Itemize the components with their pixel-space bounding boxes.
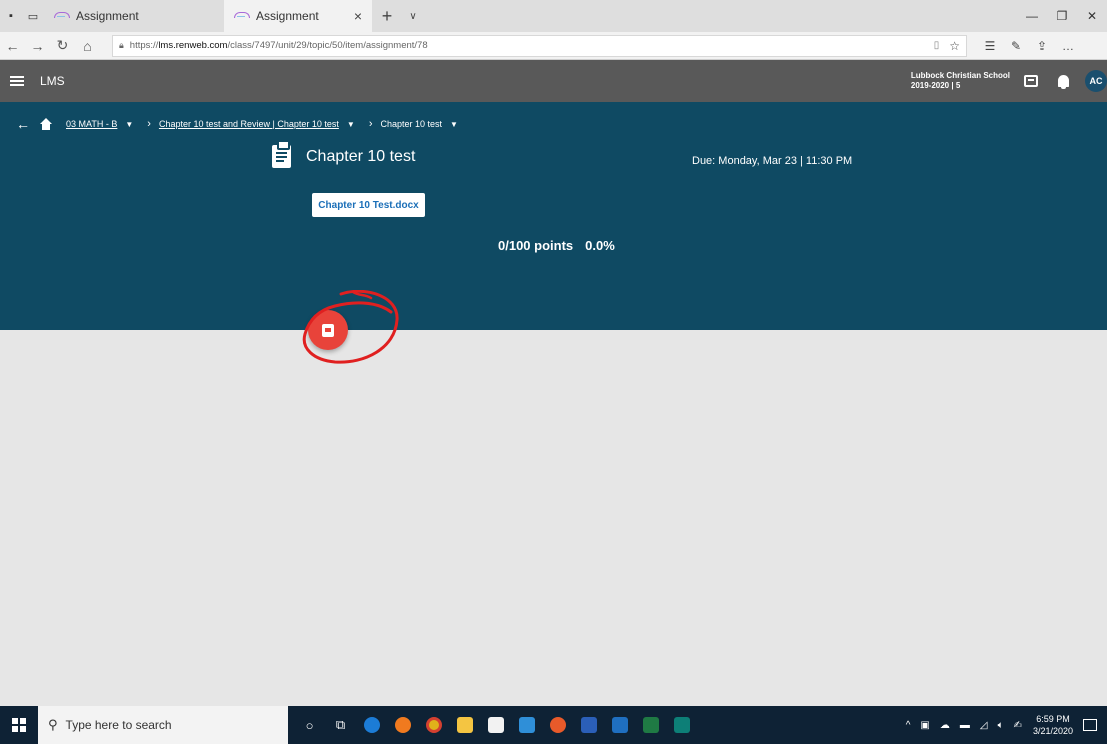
pen-workspace-icon[interactable]: ✍ bbox=[1014, 720, 1022, 731]
school-term: 2019-2020 | 5 bbox=[910, 81, 961, 90]
school-info[interactable]: Lubbock Christian School 2019-2020 | 5 bbox=[911, 71, 1010, 91]
points-value: 0/100 points bbox=[498, 238, 574, 253]
more-icon[interactable]: … bbox=[1055, 39, 1081, 53]
chat-icon[interactable] bbox=[1024, 75, 1038, 87]
browser-tab[interactable]: Assignment bbox=[44, 0, 164, 32]
paint-3d-icon[interactable] bbox=[542, 706, 573, 744]
back-arrow-icon[interactable]: ← bbox=[16, 116, 30, 132]
store-icon[interactable] bbox=[480, 706, 511, 744]
wifi-icon[interactable]: ◿ bbox=[980, 720, 988, 731]
search-icon: ⚲ bbox=[48, 717, 58, 732]
share-icon[interactable]: ⇪ bbox=[1029, 39, 1055, 53]
score: 0/100 points 0.0% bbox=[498, 238, 615, 253]
school-name: Lubbock Christian School bbox=[910, 71, 1010, 80]
firefox-icon[interactable] bbox=[387, 706, 418, 744]
clock-date: 3/21/2020 bbox=[1032, 726, 1073, 736]
favorite-star-icon[interactable]: ☆ bbox=[949, 39, 960, 53]
url-host: lms.renweb.com bbox=[158, 40, 228, 51]
volume-icon[interactable]: 🔈︎ bbox=[998, 720, 1004, 731]
taskbar-search-input[interactable]: ⚲ Type here to search bbox=[38, 706, 288, 744]
due-date: Due: Monday, Mar 23 | 11:30 PM bbox=[692, 155, 853, 167]
app-title: LMS bbox=[40, 74, 65, 88]
close-window-icon[interactable]: ✕ bbox=[1077, 0, 1107, 32]
lock-icon: 🔒︎ bbox=[119, 40, 124, 50]
new-tab-icon[interactable]: + bbox=[372, 0, 402, 32]
action-center-icon[interactable] bbox=[1083, 719, 1097, 731]
renweb-favicon-icon bbox=[234, 11, 250, 21]
clock-time: 6:59 PM bbox=[1036, 714, 1070, 724]
page-title: Chapter 10 test bbox=[306, 148, 416, 165]
outlook-icon[interactable] bbox=[604, 706, 635, 744]
windows-start-icon[interactable] bbox=[12, 718, 26, 732]
avatar[interactable]: AC bbox=[1085, 70, 1107, 92]
tab-actions-icon[interactable]: ▪ bbox=[0, 0, 22, 32]
chevron-down-icon[interactable]: ▼ bbox=[347, 120, 355, 129]
assignment-header: ← 03 MATH - B ▼ › Chapter 10 test and Re… bbox=[0, 102, 1107, 350]
home-browser-icon[interactable]: ⌂ bbox=[75, 38, 100, 54]
home-icon[interactable] bbox=[40, 117, 52, 130]
onedrive-icon[interactable]: ☁ bbox=[940, 720, 950, 731]
restore-icon[interactable]: ❐ bbox=[1047, 0, 1077, 32]
windows-taskbar: ⚲ Type here to search ○ ⧉ ^ ▣ ☁ ▬ ◿ 🔈︎ ✍… bbox=[0, 706, 1107, 744]
edge-icon[interactable] bbox=[356, 706, 387, 744]
breadcrumb-unit[interactable]: Chapter 10 test and Review | Chapter 10 … bbox=[159, 119, 339, 129]
tab-label: Assignment bbox=[76, 9, 139, 23]
window-controls: — ❐ ✕ bbox=[1017, 0, 1107, 32]
browser-toolbar: ☰ ✎ ⇪ … bbox=[977, 39, 1081, 53]
excel-icon[interactable] bbox=[635, 706, 666, 744]
address-bar-row: ← → ↻ ⌂ 🔒︎ https://lms.renweb.com/class/… bbox=[0, 32, 1107, 60]
chevron-up-icon[interactable]: ^ bbox=[906, 720, 911, 731]
file-explorer-icon[interactable] bbox=[449, 706, 480, 744]
task-view-icon[interactable]: ⧉ bbox=[325, 706, 356, 744]
reading-view-icon[interactable]: ▯ bbox=[934, 40, 940, 51]
url-path: /class/7497/unit/29/topic/50/item/assign… bbox=[227, 40, 428, 51]
attachment-button[interactable]: Chapter 10 Test.docx bbox=[312, 193, 425, 217]
renweb-favicon-icon bbox=[54, 11, 70, 21]
browser-tab-strip: ▪ ▭ Assignment Assignment × + ∨ — ❐ ✕ bbox=[0, 0, 1107, 32]
percent-value: 0.0% bbox=[585, 238, 615, 253]
lms-app-bar: LMS Lubbock Christian School 2019-2020 |… bbox=[0, 60, 1107, 102]
chevron-down-icon[interactable]: ∨ bbox=[402, 0, 424, 32]
red-annotation-circle bbox=[302, 290, 399, 364]
taskbar-apps: ○ ⧉ bbox=[294, 706, 697, 744]
notifications-bell-icon[interactable] bbox=[1058, 75, 1069, 89]
minimize-icon[interactable]: — bbox=[1017, 0, 1047, 32]
hamburger-menu-icon[interactable] bbox=[10, 76, 24, 86]
chevron-down-icon[interactable]: ▼ bbox=[450, 120, 458, 129]
taskbar-clock[interactable]: 6:59 PM 3/21/2020 bbox=[1033, 713, 1073, 737]
tabs-aside-icon[interactable]: ▭ bbox=[22, 0, 44, 32]
search-placeholder: Type here to search bbox=[65, 718, 172, 732]
browser-tab-active[interactable]: Assignment × bbox=[224, 0, 372, 32]
mail-icon[interactable] bbox=[511, 706, 542, 744]
favorites-list-icon[interactable]: ☰ bbox=[977, 39, 1003, 53]
chevron-right-icon: › bbox=[147, 118, 151, 130]
breadcrumb-item: Chapter 10 test bbox=[380, 119, 443, 129]
cortana-icon[interactable]: ○ bbox=[294, 706, 325, 744]
tab-label: Assignment bbox=[256, 9, 319, 23]
url-field[interactable]: 🔒︎ https://lms.renweb.com/class/7497/uni… bbox=[112, 34, 967, 57]
tray-app-icon[interactable]: ▣ bbox=[920, 720, 929, 731]
system-tray: ^ ▣ ☁ ▬ ◿ 🔈︎ ✍ 6:59 PM 3/21/2020 bbox=[901, 713, 1107, 737]
breadcrumb-course[interactable]: 03 MATH - B bbox=[66, 119, 117, 129]
refresh-icon[interactable]: ↻ bbox=[50, 37, 75, 54]
chevron-down-icon[interactable]: ▼ bbox=[125, 120, 133, 129]
forward-arrow-icon[interactable]: → bbox=[25, 38, 50, 54]
pen-icon[interactable]: ✎ bbox=[1003, 39, 1029, 53]
url-prefix: https:// bbox=[129, 40, 159, 51]
back-arrow-icon[interactable]: ← bbox=[0, 38, 25, 54]
chrome-icon[interactable] bbox=[418, 706, 449, 744]
close-tab-icon[interactable]: × bbox=[354, 8, 362, 24]
chevron-right-icon: › bbox=[368, 118, 373, 130]
publisher-icon[interactable] bbox=[666, 706, 697, 744]
breadcrumb: ← 03 MATH - B ▼ › Chapter 10 test and Re… bbox=[16, 116, 468, 132]
word-icon[interactable] bbox=[573, 706, 604, 744]
assignment-clipboard-icon bbox=[272, 142, 291, 168]
battery-icon[interactable]: ▬ bbox=[960, 720, 970, 731]
